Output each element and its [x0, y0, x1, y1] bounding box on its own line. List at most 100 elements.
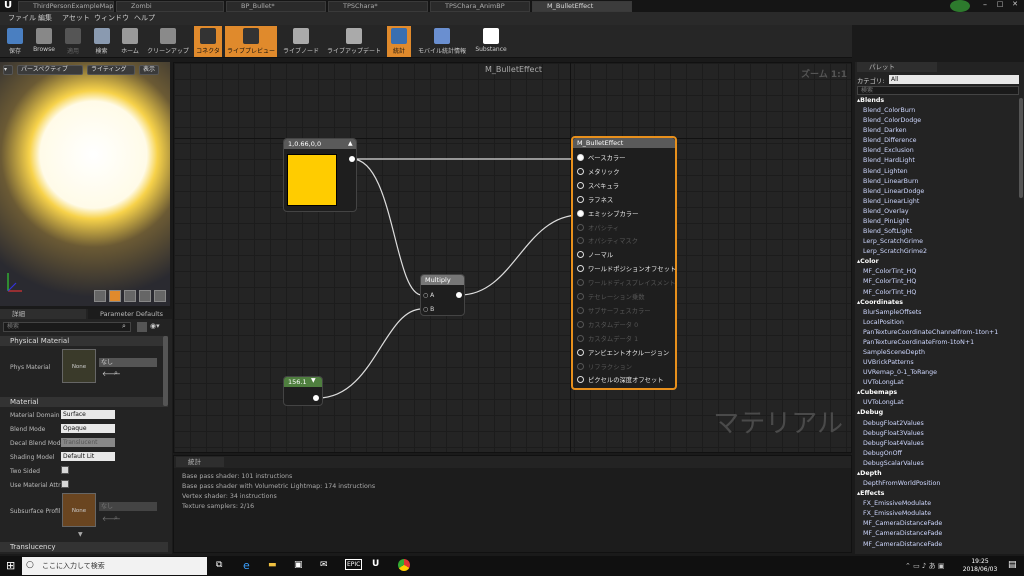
- palette-item[interactable]: Blend_LinearBurn: [863, 178, 918, 185]
- palette-item[interactable]: Blend_LinearDodge: [863, 188, 924, 195]
- palette-item[interactable]: Blend_Difference: [863, 137, 917, 144]
- result-pin-3[interactable]: ラフネス: [577, 196, 613, 205]
- tab-zombi[interactable]: Zombi: [116, 1, 224, 12]
- category-dropdown[interactable]: All: [889, 75, 1019, 84]
- result-pin-7[interactable]: ノーマル: [577, 251, 613, 260]
- palette-category[interactable]: ▴Color: [857, 258, 879, 265]
- palette-item[interactable]: FX_EmissiveModulate: [863, 510, 931, 517]
- epic-launcher-icon[interactable]: EPIC: [345, 559, 363, 570]
- viewport-options-icon[interactable]: ▾: [3, 65, 13, 75]
- task-view-icon[interactable]: ⧉: [216, 560, 222, 570]
- source-control-icon[interactable]: [950, 0, 970, 12]
- palette-item[interactable]: Blend_Overlay: [863, 208, 909, 215]
- tab-details[interactable]: 詳細: [0, 309, 86, 319]
- maximize-icon[interactable]: □: [993, 0, 1007, 10]
- two-sided-checkbox[interactable]: [61, 466, 69, 474]
- expand-arrow-icon[interactable]: ▼: [78, 531, 83, 538]
- subsurface-thumbnail[interactable]: None: [62, 493, 96, 527]
- palette-scrollbar[interactable]: [1019, 98, 1023, 198]
- palette-item[interactable]: Lerp_ScratchGrime2: [863, 248, 927, 255]
- toolbar-button-10[interactable]: 統計: [387, 26, 411, 57]
- phys-material-thumbnail[interactable]: None: [62, 349, 96, 383]
- grid-view-icon[interactable]: [137, 322, 147, 332]
- section-material[interactable]: Material: [0, 397, 168, 407]
- toolbar-button-5[interactable]: クリーンアップ: [145, 26, 191, 57]
- palette-category[interactable]: ▴Cubemaps: [857, 389, 897, 396]
- palette-item[interactable]: MF_ColorTint_HQ: [863, 268, 916, 275]
- blend-mode-dropdown[interactable]: Opaque: [61, 424, 115, 433]
- palette-item[interactable]: Blend_HardLight: [863, 157, 915, 164]
- eye-icon[interactable]: ◉▾: [150, 322, 164, 332]
- tab-tpschara[interactable]: TPSChara*: [328, 1, 428, 12]
- palette-category[interactable]: ▴Blends: [857, 97, 884, 104]
- palette-item[interactable]: Blend_Darken: [863, 127, 907, 134]
- palette-category[interactable]: ▴Depth: [857, 470, 882, 477]
- scalar-collapse-icon[interactable]: ▼: [311, 377, 316, 384]
- minimize-icon[interactable]: –: [978, 0, 992, 10]
- palette-item[interactable]: DebugFloat4Values: [863, 440, 924, 447]
- result-pin-0[interactable]: ベースカラー: [577, 154, 625, 163]
- edge-browser-icon[interactable]: e: [243, 559, 250, 572]
- tab-tpschara-animbp[interactable]: TPSChara_AnimBP: [430, 1, 530, 12]
- palette-item[interactable]: DebugFloat3Values: [863, 430, 924, 437]
- menu-edit[interactable]: 編集: [38, 13, 52, 24]
- palette-item[interactable]: FX_EmissiveModulate: [863, 500, 931, 507]
- palette-item[interactable]: UVBrickPatterns: [863, 359, 914, 366]
- preview-sphere-icon[interactable]: [109, 290, 121, 302]
- palette-item[interactable]: MF_CameraDistanceFade: [863, 530, 942, 537]
- palette-item[interactable]: MF_CameraDistanceFade: [863, 520, 942, 527]
- toolbar-button-3[interactable]: 検索: [88, 26, 115, 57]
- notifications-icon[interactable]: ▤: [1008, 560, 1017, 570]
- palette-item[interactable]: DepthFromWorldPosition: [863, 480, 940, 487]
- toolbar-button-1[interactable]: Browse: [30, 26, 58, 57]
- output-pin[interactable]: [349, 156, 355, 162]
- palette-item[interactable]: Blend_Exclusion: [863, 147, 914, 154]
- toolbar-button-4[interactable]: ホーム: [117, 26, 143, 57]
- toolbar-button-9[interactable]: ライブアップデート: [325, 26, 383, 57]
- toolbar-button-8[interactable]: ライブノード: [281, 26, 321, 57]
- stats-tab[interactable]: 統計: [176, 457, 224, 467]
- scalar-node[interactable]: 156.1 ▼: [283, 376, 323, 406]
- windows-start-icon[interactable]: ⊞: [6, 559, 20, 573]
- menu-file[interactable]: ファイル: [8, 13, 36, 24]
- perspective-button[interactable]: パースペクティブ: [17, 65, 83, 75]
- preview-mesh-icon[interactable]: [154, 290, 166, 302]
- store-icon[interactable]: ▣: [294, 560, 303, 570]
- tray-icons[interactable]: ⌃ ▭ ♪ あ ▣: [905, 561, 944, 571]
- palette-item[interactable]: Blend_Lighten: [863, 168, 908, 175]
- use-material-attributes-checkbox[interactable]: [61, 480, 69, 488]
- preview-plane-icon[interactable]: [124, 290, 136, 302]
- browse-search-icon[interactable]: ⌕: [114, 369, 118, 378]
- multiply-pin-a[interactable]: ○ A: [423, 292, 434, 299]
- palette-item[interactable]: Lerp_ScratchGrime: [863, 238, 923, 245]
- palette-item[interactable]: MF_ColorTint_HQ: [863, 289, 916, 296]
- tab-parameter-defaults[interactable]: Parameter Defaults: [88, 309, 172, 319]
- toolbar-button-7[interactable]: ライブプレビュー: [225, 26, 277, 57]
- tab-map[interactable]: ThirdPersonExampleMap*: [18, 1, 114, 12]
- multiply-pin-b[interactable]: ○ B: [423, 306, 434, 313]
- palette-item[interactable]: UVToLongLat: [863, 379, 904, 386]
- shading-model-dropdown[interactable]: Default Lit: [61, 452, 115, 461]
- lighting-button[interactable]: ライティング: [87, 65, 135, 75]
- result-pin-16[interactable]: ピクセルの深度オフセット: [577, 376, 664, 385]
- palette-item[interactable]: DebugScalarValues: [863, 460, 924, 467]
- menu-help[interactable]: ヘルプ: [134, 13, 155, 24]
- multiply-output-pin[interactable]: [456, 292, 462, 298]
- toolbar-button-6[interactable]: コネクタ: [194, 26, 222, 57]
- result-pin-1[interactable]: メタリック: [577, 168, 619, 177]
- palette-item[interactable]: Blend_SoftLight: [863, 228, 912, 235]
- show-button[interactable]: 表示: [139, 65, 159, 75]
- palette-item[interactable]: MF_ColorTint_HQ: [863, 278, 916, 285]
- file-explorer-icon[interactable]: ▬: [268, 560, 277, 570]
- palette-item[interactable]: DebugOnOff: [863, 450, 902, 457]
- menu-window[interactable]: ウィンドウ: [94, 13, 129, 24]
- unreal-editor-taskbar-icon[interactable]: U: [372, 559, 379, 569]
- material-result-node[interactable]: M_BulletEffect ベースカラー メタリック スペキュラ ラフネス エミッシブ…: [571, 136, 677, 390]
- phys-material-dropdown[interactable]: なし: [99, 358, 157, 367]
- palette-search-input[interactable]: 検索: [857, 86, 1019, 95]
- section-translucency[interactable]: Translucency: [0, 542, 168, 552]
- collapse-icon[interactable]: ▲: [348, 140, 353, 147]
- toolbar-button-12[interactable]: Substance: [473, 26, 509, 57]
- mail-icon[interactable]: ✉: [320, 560, 328, 570]
- taskbar-search-input[interactable]: ここに入力して検索: [22, 557, 207, 575]
